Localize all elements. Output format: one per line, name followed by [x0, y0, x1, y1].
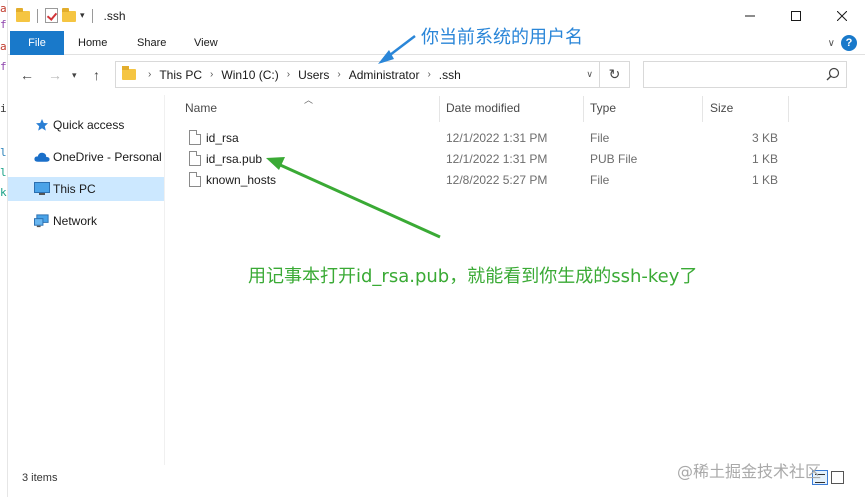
window-title: .ssh: [103, 8, 126, 23]
maximize-icon: [791, 10, 801, 21]
column-header-name[interactable]: Name: [185, 101, 217, 119]
expand-ribbon-icon[interactable]: ∨: [828, 38, 835, 49]
address-bar[interactable]: › This PC › Win10 (C:) › Users › Adminis…: [115, 61, 630, 88]
chevron-down-icon[interactable]: ▾: [80, 10, 85, 21]
file-type: File: [590, 131, 610, 145]
quick-access-toolbar: ▾: [16, 8, 96, 23]
file-type: PUB File: [590, 152, 638, 166]
refresh-button[interactable]: ↻: [599, 62, 629, 87]
annotation-open-note: 用记事本打开id_rsa.pub，就能看到你生成的ssh-key了: [248, 266, 698, 287]
chevron-right-icon: ›: [210, 69, 214, 80]
computer-icon: [34, 181, 50, 197]
file-name: id_rsa: [206, 131, 239, 145]
new-folder-icon[interactable]: [62, 8, 76, 22]
column-header-type[interactable]: Type: [590, 101, 616, 119]
properties-icon[interactable]: [45, 8, 58, 23]
file-date: 12/8/2022 5:27 PM: [446, 173, 548, 187]
breadcrumb-administrator[interactable]: Administrator: [349, 68, 420, 82]
window-controls: [727, 0, 865, 31]
sidebar-item-label: Quick access: [53, 118, 125, 132]
file-name: id_rsa.pub: [206, 152, 263, 166]
sidebar-item-label: This PC: [53, 182, 96, 196]
file-type: File: [590, 173, 610, 187]
chevron-right-icon: ›: [286, 69, 291, 80]
help-button[interactable]: ?: [841, 35, 857, 51]
network-icon: [34, 213, 50, 229]
minimize-button[interactable]: [727, 0, 773, 31]
recent-locations-chevron-icon[interactable]: ▾: [72, 70, 77, 81]
file-name: known_hosts: [206, 173, 277, 187]
file-size: 3 KB: [751, 131, 778, 145]
chevron-right-icon: ›: [427, 69, 431, 80]
column-divider[interactable]: [583, 96, 584, 122]
table-row[interactable]: id_rsa.pub 12/1/2022 1:31 PM PUB File 1 …: [178, 149, 788, 170]
tab-file[interactable]: File: [10, 31, 64, 55]
close-button[interactable]: [819, 0, 865, 31]
tab-share[interactable]: Share: [137, 31, 166, 55]
file-date: 12/1/2022 1:31 PM: [446, 131, 548, 145]
minimize-icon: [745, 15, 755, 16]
breadcrumb-this-pc[interactable]: This PC: [159, 68, 202, 82]
breadcrumb: › This PC › Win10 (C:) › Users › Adminis…: [140, 68, 461, 82]
star-icon: [34, 117, 50, 133]
file-icon: [189, 151, 201, 166]
ribbon-controls: ∨ ?: [828, 35, 857, 51]
address-dropdown-icon[interactable]: ∨: [586, 69, 593, 80]
up-arrow-icon[interactable]: ↑: [93, 67, 100, 83]
column-divider[interactable]: [702, 96, 703, 122]
breadcrumb-ssh[interactable]: .ssh: [439, 68, 461, 82]
divider: [37, 8, 38, 23]
back-arrow-icon[interactable]: ←: [20, 67, 34, 83]
folder-icon[interactable]: [16, 8, 30, 22]
large-icons-view-button[interactable]: [831, 471, 844, 484]
sidebar-item-label: Network: [53, 214, 98, 228]
forward-arrow-icon[interactable]: →: [48, 67, 62, 83]
tab-view[interactable]: View: [194, 31, 218, 55]
annotation-username-note: 你当前系统的用户名: [421, 27, 583, 48]
column-divider[interactable]: [788, 96, 789, 122]
table-row[interactable]: known_hosts 12/8/2022 5:27 PM File 1 KB: [178, 170, 788, 191]
search-icon: [826, 67, 840, 81]
item-count: 3 items: [22, 472, 58, 484]
refresh-icon: ↻: [608, 66, 621, 82]
tab-home[interactable]: Home: [78, 31, 107, 55]
table-row[interactable]: id_rsa 12/1/2022 1:31 PM File 3 KB: [178, 128, 788, 149]
sidebar-item-onedrive[interactable]: OneDrive - Personal: [8, 145, 164, 169]
search-input[interactable]: [643, 61, 847, 88]
file-icon: [189, 172, 201, 187]
column-header-size[interactable]: Size: [710, 101, 733, 119]
column-divider[interactable]: [439, 96, 440, 122]
sort-ascending-icon: ︿: [304, 95, 314, 105]
file-date: 12/1/2022 1:31 PM: [446, 152, 548, 166]
watermark: @稀土掘金技术社区: [677, 462, 822, 481]
navigation-pane: Quick access OneDrive - Personal This PC…: [8, 95, 165, 465]
column-header-date-modified[interactable]: Date modified: [446, 101, 520, 119]
file-size: 1 KB: [751, 173, 778, 187]
maximize-button[interactable]: [773, 0, 819, 31]
sidebar-item-network[interactable]: Network: [8, 209, 164, 233]
breadcrumb-users[interactable]: Users: [298, 68, 329, 82]
breadcrumb-drive[interactable]: Win10 (C:): [221, 68, 278, 82]
sidebar-item-label: OneDrive - Personal: [53, 150, 162, 164]
chevron-right-icon: ›: [148, 69, 152, 80]
close-icon: [837, 10, 847, 21]
divider: [91, 8, 93, 23]
chevron-right-icon: ›: [337, 69, 341, 80]
cloud-icon: [34, 149, 50, 165]
navigation-bar: ← → ▾ ↑ › This PC › Win10 (C:) › Users ›…: [8, 55, 865, 95]
background-editor-strip: a f a f i l l k: [0, 0, 8, 497]
file-icon: [189, 130, 201, 145]
file-size: 1 KB: [751, 152, 778, 166]
sidebar-item-this-pc[interactable]: This PC: [8, 177, 164, 201]
sidebar-item-quick-access[interactable]: Quick access: [8, 113, 164, 137]
file-explorer-window: ▾ .ssh File Home Share View ∨ ? ← → ▾ ↑ …: [8, 0, 865, 497]
folder-icon: [122, 66, 136, 80]
